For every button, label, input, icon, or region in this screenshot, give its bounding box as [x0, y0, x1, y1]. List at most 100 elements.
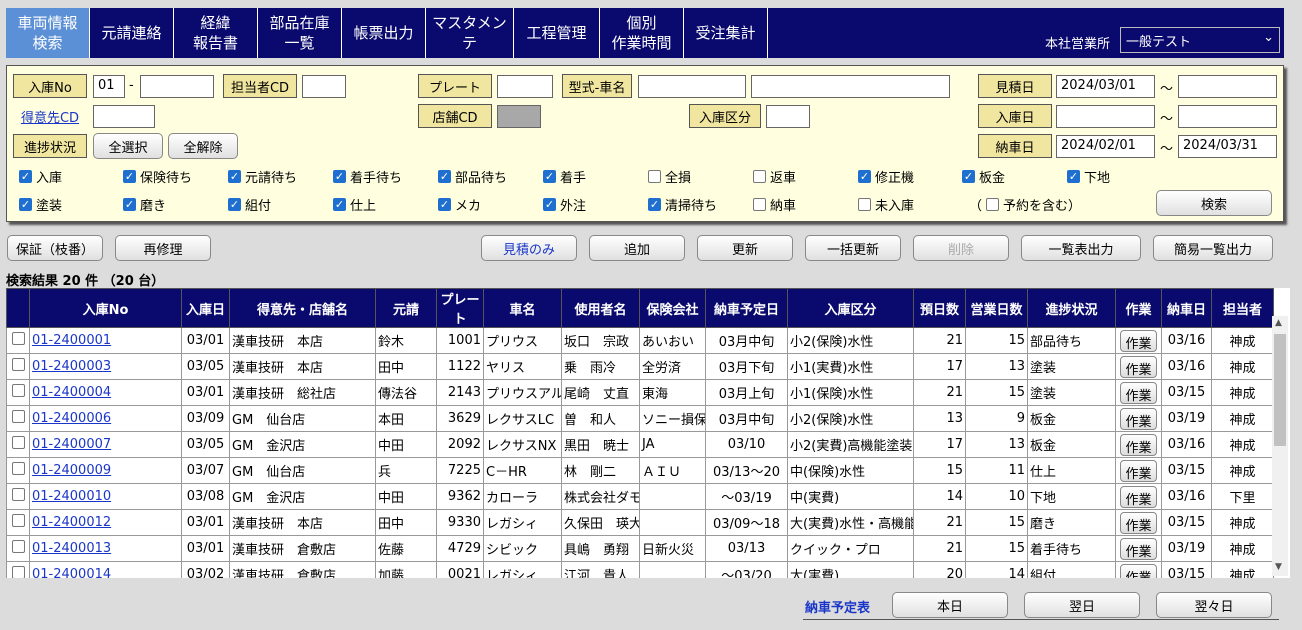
status-checkbox[interactable]: ✓ 塗装: [19, 195, 62, 214]
checkbox-box[interactable]: ✓: [228, 170, 241, 183]
scroll-down-icon[interactable]: ▼: [1275, 562, 1282, 572]
status-checkbox[interactable]: ✓ 板金: [962, 167, 1005, 186]
status-checkbox[interactable]: ✓ 着手: [543, 167, 586, 186]
checkbox-box[interactable]: ✓: [543, 198, 556, 211]
today-button[interactable]: 本日: [892, 592, 1008, 618]
tokuisaki-link[interactable]: 得意先CD: [13, 104, 87, 128]
nav-item[interactable]: 部品在庫 一覧: [258, 8, 342, 58]
scroll-thumb[interactable]: [1274, 334, 1286, 446]
row-checkbox[interactable]: [11, 462, 25, 475]
status-checkbox[interactable]: ✓ 磨き: [123, 195, 166, 214]
checkbox-box[interactable]: ✓: [228, 198, 241, 211]
nyuko-no-link[interactable]: 01-2400007: [29, 431, 182, 458]
row-checkbox[interactable]: [11, 566, 25, 578]
status-checkbox[interactable]: 未入庫: [858, 195, 914, 214]
nav-item[interactable]: 経緯 報告書: [174, 8, 258, 58]
row-checkbox[interactable]: [11, 358, 25, 371]
hosho-button[interactable]: 保証（枝番）: [7, 235, 103, 261]
nav-item[interactable]: マスタメンテ: [426, 8, 514, 58]
status-checkbox[interactable]: ✓ 入庫: [19, 167, 62, 186]
shamei-input[interactable]: [751, 75, 950, 98]
nav-item[interactable]: 受注集計: [684, 8, 768, 58]
search-button[interactable]: 検索: [1156, 190, 1272, 216]
work-button[interactable]: 作業: [1120, 485, 1157, 508]
table-scrollbar[interactable]: ▲ ▼: [1272, 316, 1288, 576]
update-button[interactable]: 更新: [697, 235, 793, 261]
nyuko-no-link[interactable]: 01-2400001: [29, 327, 182, 354]
nyuko-no-prefix-input[interactable]: 01: [93, 75, 125, 98]
status-checkbox[interactable]: ✓ 仕上: [333, 195, 376, 214]
row-checkbox[interactable]: [11, 384, 25, 397]
nosha-to-input[interactable]: 2024/03/31: [1178, 135, 1277, 158]
plate-input[interactable]: [497, 75, 553, 98]
status-checkbox[interactable]: ✓ 組付: [228, 195, 271, 214]
tokuisaki-input[interactable]: [93, 105, 155, 128]
work-button[interactable]: 作業: [1120, 329, 1157, 352]
work-button[interactable]: 作業: [1120, 459, 1157, 482]
checkbox-box[interactable]: ✓: [123, 198, 136, 211]
status-checkbox[interactable]: ✓ 修正機: [858, 167, 914, 186]
status-checkbox[interactable]: ✓ 着手待ち: [333, 167, 402, 186]
work-button[interactable]: 作業: [1120, 433, 1157, 456]
status-checkbox[interactable]: ✓ 部品待ち: [438, 167, 507, 186]
nav-item[interactable]: 個別 作業時間: [600, 8, 684, 58]
checkbox-box[interactable]: [648, 170, 661, 183]
work-button[interactable]: 作業: [1120, 511, 1157, 534]
nosha-from-input[interactable]: 2024/02/01: [1056, 135, 1155, 158]
checkbox-box[interactable]: ✓: [438, 198, 451, 211]
checkbox-box[interactable]: ✓: [333, 170, 346, 183]
simple-list-output-button[interactable]: 簡易一覧出力: [1153, 235, 1273, 261]
row-checkbox[interactable]: [11, 514, 25, 527]
mitsumori-to-input[interactable]: [1178, 75, 1277, 98]
nyuko-date-to-input[interactable]: [1178, 105, 1277, 128]
checkbox-box[interactable]: ✓: [123, 170, 136, 183]
checkbox-box[interactable]: ✓: [543, 170, 556, 183]
deselect-all-button[interactable]: 全解除: [168, 133, 238, 159]
checkbox-box[interactable]: ✓: [1067, 170, 1080, 183]
checkbox-box[interactable]: ✓: [19, 170, 32, 183]
nav-item[interactable]: 車両情報 検索: [6, 8, 90, 58]
checkbox-box[interactable]: [858, 198, 871, 211]
status-checkbox[interactable]: 返車: [753, 167, 796, 186]
list-output-button[interactable]: 一覧表出力: [1021, 235, 1141, 261]
row-checkbox[interactable]: [11, 488, 25, 501]
work-button[interactable]: 作業: [1120, 537, 1157, 560]
nyuko-no-link[interactable]: 01-2400004: [29, 379, 182, 406]
nyuko-no-input[interactable]: [140, 75, 214, 98]
work-button[interactable]: 作業: [1120, 563, 1157, 578]
work-button[interactable]: 作業: [1120, 355, 1157, 378]
bulk-update-button[interactable]: 一括更新: [805, 235, 901, 261]
status-checkbox[interactable]: ✓ 下地: [1067, 167, 1110, 186]
status-checkbox[interactable]: 全損: [648, 167, 691, 186]
yoyaku-checkbox[interactable]: （ 予約を含む）: [969, 195, 1081, 214]
nyuko-no-link[interactable]: 01-2400012: [29, 509, 182, 536]
delete-button[interactable]: 削除: [913, 235, 1009, 261]
mitsumori-only-button[interactable]: 見積のみ: [481, 235, 577, 261]
select-all-button[interactable]: 全選択: [93, 133, 163, 159]
nav-item[interactable]: 工程管理: [514, 8, 600, 58]
tenpo-input[interactable]: [497, 105, 541, 128]
status-checkbox[interactable]: ✓ 外注: [543, 195, 586, 214]
checkbox-box[interactable]: ✓: [333, 198, 346, 211]
row-checkbox[interactable]: [11, 410, 25, 423]
status-checkbox[interactable]: 納車: [753, 195, 796, 214]
row-checkbox[interactable]: [11, 332, 25, 345]
nav-item[interactable]: 元請連絡: [90, 8, 174, 58]
checkbox-box[interactable]: [753, 198, 766, 211]
checkbox-box[interactable]: ✓: [19, 198, 32, 211]
nav-item[interactable]: 帳票出力: [342, 8, 426, 58]
tomorrow-button[interactable]: 翌日: [1024, 592, 1140, 618]
nyuko-no-link[interactable]: 01-2400014: [29, 561, 182, 578]
status-checkbox[interactable]: ✓ メカ: [438, 195, 481, 214]
nyuko-no-link[interactable]: 01-2400009: [29, 457, 182, 484]
nyuko-no-link[interactable]: 01-2400003: [29, 353, 182, 380]
tanto-input[interactable]: [302, 75, 346, 98]
row-checkbox[interactable]: [11, 436, 25, 449]
nyuko-date-from-input[interactable]: [1056, 105, 1155, 128]
nyuko-kubun-input[interactable]: [766, 105, 810, 128]
checkbox-box[interactable]: [986, 198, 1000, 211]
saishuri-button[interactable]: 再修理: [115, 235, 211, 261]
status-checkbox[interactable]: ✓ 保険待ち: [123, 167, 192, 186]
status-checkbox[interactable]: ✓ 元請待ち: [228, 167, 297, 186]
nyuko-no-link[interactable]: 01-2400010: [29, 483, 182, 510]
